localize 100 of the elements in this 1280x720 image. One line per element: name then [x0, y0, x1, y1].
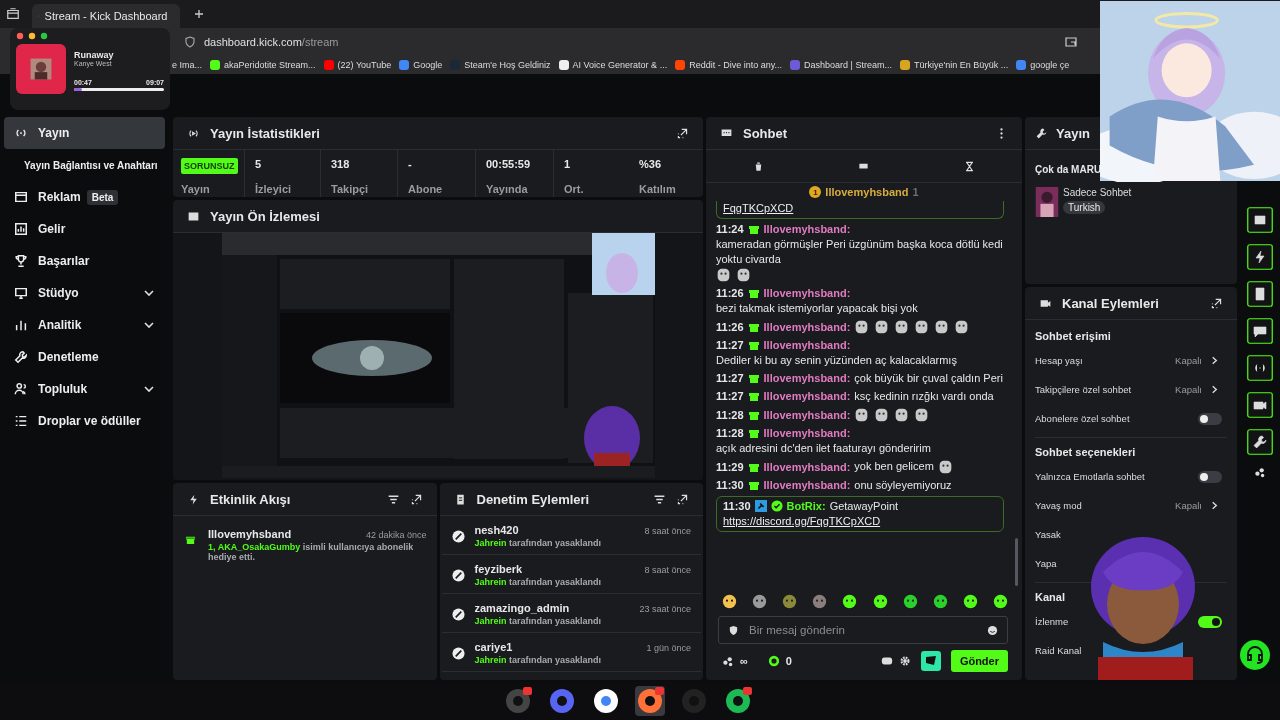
popout-icon[interactable]: [409, 492, 423, 506]
broadcast-icon[interactable]: [1247, 355, 1273, 381]
emoji-icon[interactable]: [987, 625, 998, 636]
tab-list-icon[interactable]: [6, 7, 20, 21]
section-heading: Sohbet seçenekleri: [1035, 446, 1137, 458]
window-controls-icon[interactable]: [16, 32, 50, 40]
timestamp: 11:27: [716, 390, 744, 402]
sidebar-item[interactable]: Analitik: [4, 309, 165, 341]
toggle-switch[interactable]: [1198, 412, 1222, 425]
bookmark[interactable]: Dashboard | Stream...: [790, 60, 892, 70]
camera-icon[interactable]: [1247, 392, 1273, 418]
bookmark[interactable]: akaPeridotite Stream...: [210, 60, 316, 70]
username[interactable]: Illovemyhsband:: [763, 321, 851, 333]
bookmark[interactable]: Steam'e Hoş Geldiniz: [450, 60, 551, 70]
sticker-button-icon[interactable]: [920, 651, 941, 671]
popout-icon[interactable]: [676, 126, 689, 140]
gift-icon: [747, 321, 760, 333]
emote-icon[interactable]: [993, 593, 1008, 609]
action-time: 1 gün önce: [646, 643, 691, 653]
emote-icon[interactable]: [722, 593, 737, 609]
message-link[interactable]: https://discord.gg/FqgTKCpXCD: [723, 515, 881, 527]
sidebar-item[interactable]: Denetleme: [4, 341, 165, 373]
bookmark[interactable]: AI Voice Generator & ...: [558, 60, 668, 70]
username[interactable]: Illovemyhsband:: [763, 390, 851, 402]
window-icon: [14, 190, 28, 204]
username[interactable]: Illovemyhsband:: [763, 479, 851, 491]
sidebar-item[interactable]: Yayın Bağlantısı ve Anahtarı: [4, 149, 170, 181]
emote-icon: [854, 407, 870, 422]
top-gifter-username: Illovemyhsband: [825, 186, 909, 198]
banned-username: nesh420: [474, 524, 519, 536]
bookmark[interactable]: Google: [399, 60, 443, 70]
wrench-icon[interactable]: [1247, 429, 1273, 455]
toggle-switch[interactable]: [1198, 470, 1222, 483]
bookmark[interactable]: google çe: [1016, 60, 1070, 70]
username[interactable]: Illovemyhsband:: [763, 372, 851, 384]
message-link[interactable]: FqgTKCpXCD: [723, 202, 794, 214]
banned-username: zamazingo_admin: [474, 602, 570, 614]
username[interactable]: BotRix:: [786, 500, 826, 512]
setting-value[interactable]: Kapalı: [1175, 355, 1202, 366]
chevron-right-icon[interactable]: [1210, 356, 1219, 365]
stat-value: 00:55:59: [486, 158, 532, 170]
message-text: çok büyük bir çuval çaldın Peri: [854, 371, 1003, 386]
message-text: yok ben gelicem: [854, 459, 934, 474]
username[interactable]: Illovemyhsband:: [763, 461, 851, 473]
settings-icon[interactable]: [898, 655, 911, 667]
emote-icon[interactable]: [962, 593, 978, 609]
chat-input[interactable]: Bir mesaj gönderin: [718, 616, 1008, 644]
language-tag[interactable]: Turkish: [1063, 201, 1106, 214]
scrollbar[interactable]: [1015, 538, 1018, 586]
sidebar-item[interactable]: Yayın: [4, 117, 165, 149]
sidebar-item[interactable]: Stüdyo: [4, 277, 165, 309]
action-description: Jahrein tarafından yasaklandı: [474, 616, 603, 626]
send-button[interactable]: Gönder: [950, 650, 1008, 672]
emote-icon: [914, 407, 930, 422]
progress-track[interactable]: [74, 88, 164, 91]
sidebar-item[interactable]: Droplar ve ödüller: [4, 405, 165, 437]
action-description: Jahrein tarafından yasaklandı: [474, 655, 603, 665]
new-tab-icon[interactable]: [194, 9, 204, 19]
dots-icon[interactable]: [1254, 466, 1266, 478]
username[interactable]: Illovemyhsband:: [763, 339, 851, 351]
emote-icon[interactable]: [842, 593, 858, 609]
emote-icon[interactable]: [752, 593, 768, 609]
chevron-right-icon[interactable]: [1210, 385, 1219, 394]
bookmark[interactable]: e Ima...: [172, 60, 202, 70]
wrench-icon: [14, 350, 28, 364]
ban-icon: [451, 569, 465, 582]
popout-icon[interactable]: [676, 492, 689, 506]
emote-icon[interactable]: [872, 593, 888, 609]
sidebar-item[interactable]: Başarılar: [4, 245, 165, 277]
lightning-icon[interactable]: [1247, 244, 1273, 270]
browser-tab[interactable]: Stream - Kick Dashboard: [32, 4, 180, 28]
setting-label: Yavaş mod: [1035, 500, 1083, 511]
message-text: kameradan görmüşler Peri üzgünüm başka koca dötlü kedi yoktu civarda: [716, 237, 1004, 267]
bookmark[interactable]: Reddit - Dive into any...: [675, 60, 782, 70]
bookmark[interactable]: (22) YouTube: [323, 60, 392, 70]
sidebar-item[interactable]: Topluluk: [4, 373, 165, 405]
username[interactable]: Illovemyhsband:: [763, 223, 851, 235]
popout-icon[interactable]: [1210, 296, 1223, 310]
ban-icon: [451, 530, 465, 543]
setting-value[interactable]: Kapalı: [1175, 384, 1202, 395]
document-icon[interactable]: [1247, 281, 1273, 307]
username[interactable]: Illovemyhsband:: [763, 287, 851, 299]
action-time: 23 saat önce: [639, 604, 691, 614]
stat-label: Abone: [408, 183, 444, 195]
ban-icon: [451, 608, 465, 621]
category-name[interactable]: Sadece Sohbet: [1063, 187, 1132, 198]
screen-icon[interactable]: [1247, 207, 1273, 233]
emote-icon[interactable]: [932, 593, 948, 609]
sidebar-item[interactable]: Gelir: [4, 213, 165, 245]
chevron-right-icon[interactable]: [1210, 501, 1219, 510]
emote-icon[interactable]: [902, 593, 918, 609]
screenshot-icon[interactable]: [1064, 35, 1078, 49]
setting-value[interactable]: Kapalı: [1175, 500, 1202, 511]
username[interactable]: Illovemyhsband:: [763, 409, 851, 421]
hourglass-icon[interactable]: [963, 160, 975, 172]
username[interactable]: Illovemyhsband:: [763, 427, 851, 439]
stat-value: 5: [255, 158, 263, 170]
bookmark[interactable]: Türkiye'nin En Büyük ...: [899, 60, 1009, 70]
sidebar-item[interactable]: Reklam Beta: [4, 181, 165, 213]
toggle-switch[interactable]: [1198, 615, 1222, 628]
